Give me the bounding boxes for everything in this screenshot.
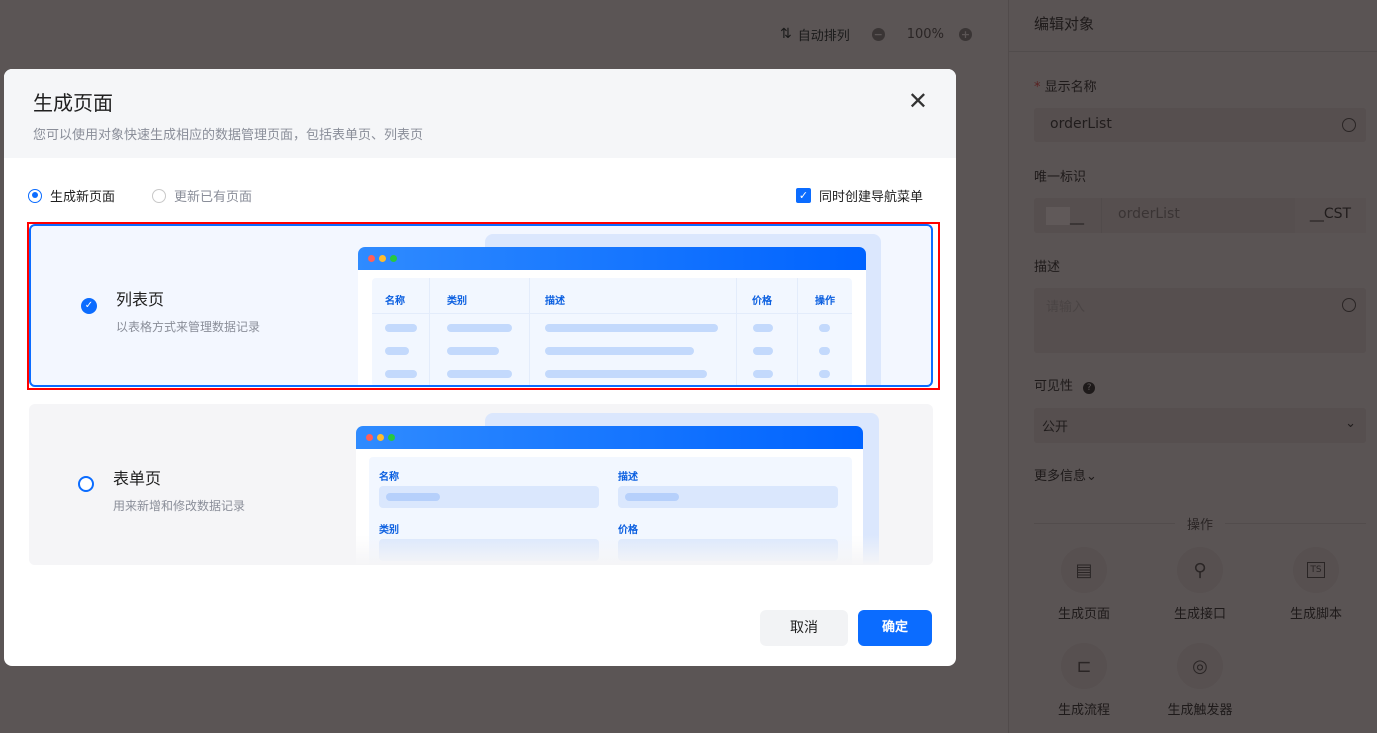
column-header: 价格	[752, 296, 772, 307]
visibility-select[interactable]: 公开 ⌄	[1034, 408, 1366, 443]
edit-object-panel: 编辑对象 * 显示名称 orderList 唯一标识 __ orderList …	[1008, 0, 1377, 733]
desc-textarea[interactable]: 请输入	[1034, 288, 1366, 353]
action-generate-script[interactable]: TS 生成脚本	[1276, 547, 1356, 622]
actions-divider: 操作	[1034, 514, 1367, 533]
radio-icon	[78, 476, 94, 492]
card-title: 列表页	[116, 290, 165, 309]
action-generate-api[interactable]: ⚲ 生成接口	[1160, 547, 1240, 622]
trigger-icon: ◎	[1177, 643, 1223, 689]
radio-update-page[interactable]: 更新已有页面	[152, 186, 252, 205]
create-nav-checkbox[interactable]: ✓ 同时创建导航菜单	[796, 186, 923, 205]
action-generate-trigger[interactable]: ◎ 生成触发器	[1154, 643, 1246, 718]
field-label: 类别	[379, 525, 399, 536]
canvas-toolbar: ⇅ 自动排列 − 100% +	[780, 24, 972, 44]
zoom-level: 100%	[906, 26, 944, 42]
card-title: 表单页	[113, 469, 162, 488]
unique-id-label: 唯一标识	[1034, 170, 1087, 185]
unique-id-prefix: __	[1070, 209, 1084, 225]
display-name-label: * 显示名称	[1034, 80, 1097, 95]
display-name-input[interactable]: orderList	[1034, 108, 1366, 142]
field-label: 名称	[379, 472, 399, 483]
card-desc: 以表格方式来管理数据记录	[116, 320, 261, 334]
column-header: 类别	[447, 296, 467, 307]
panel-title: 编辑对象	[1034, 15, 1095, 33]
zoom-out-icon[interactable]: −	[871, 27, 885, 41]
zoom-in-icon[interactable]: +	[958, 27, 972, 41]
radio-icon	[28, 188, 42, 203]
desc-label: 描述	[1034, 260, 1061, 275]
globe-icon[interactable]	[1342, 118, 1356, 132]
list-page-card[interactable]: ✓ 列表页以表格方式来管理数据记录 名称 类别 描述 价格 操作	[29, 224, 933, 387]
auto-arrange-icon[interactable]: ⇅	[780, 26, 792, 42]
flow-icon: ⊏	[1061, 643, 1107, 689]
unique-id-input[interactable]: __ orderList __CST	[1034, 198, 1366, 233]
column-header: 描述	[545, 296, 565, 307]
auto-arrange-button[interactable]: 自动排列	[798, 25, 850, 44]
divider	[1009, 51, 1377, 52]
dialog-subtitle: 您可以使用对象快速生成相应的数据管理页面，包括表单页、列表页	[33, 128, 424, 143]
field-label: 价格	[618, 525, 638, 536]
action-generate-page[interactable]: ▤ 生成页面	[1044, 547, 1124, 622]
radio-new-page[interactable]: 生成新页面	[28, 186, 115, 205]
column-header: 名称	[385, 296, 405, 307]
chevron-down-icon: ⌄	[1345, 416, 1356, 431]
list-preview-window: 名称 类别 描述 价格 操作	[358, 247, 866, 385]
unique-id-value[interactable]: orderList	[1102, 198, 1295, 233]
form-page-card[interactable]: 表单页用来新增和修改数据记录 名称 描述 类别 价格	[29, 404, 933, 565]
confirm-button[interactable]: 确定	[858, 610, 932, 646]
unique-id-suffix: __CST	[1295, 198, 1366, 233]
dialog-title: 生成页面	[33, 91, 113, 115]
more-info-toggle[interactable]: 更多信息⌄	[1034, 465, 1097, 484]
generate-page-dialog: 生成页面 您可以使用对象快速生成相应的数据管理页面，包括表单页、列表页 ✕ 生成…	[4, 69, 956, 666]
globe-icon[interactable]	[1342, 298, 1356, 312]
action-generate-flow[interactable]: ⊏ 生成流程	[1044, 643, 1124, 718]
visibility-label: 可见性 ?	[1034, 375, 1096, 394]
cancel-button[interactable]: 取消	[760, 610, 848, 646]
check-circle-icon: ✓	[81, 298, 97, 314]
field-label: 描述	[618, 472, 638, 483]
dialog-header: 生成页面 您可以使用对象快速生成相应的数据管理页面，包括表单页、列表页	[4, 69, 956, 158]
checkbox-checked-icon: ✓	[796, 188, 811, 203]
help-icon[interactable]: ?	[1083, 382, 1096, 394]
plug-icon: ⚲	[1177, 547, 1223, 593]
close-icon[interactable]: ✕	[908, 87, 928, 115]
document-icon: ▤	[1061, 547, 1107, 593]
radio-icon	[152, 188, 166, 203]
column-header: 操作	[815, 296, 835, 307]
ts-icon: TS	[1293, 547, 1339, 593]
card-desc: 用来新增和修改数据记录	[113, 499, 246, 513]
